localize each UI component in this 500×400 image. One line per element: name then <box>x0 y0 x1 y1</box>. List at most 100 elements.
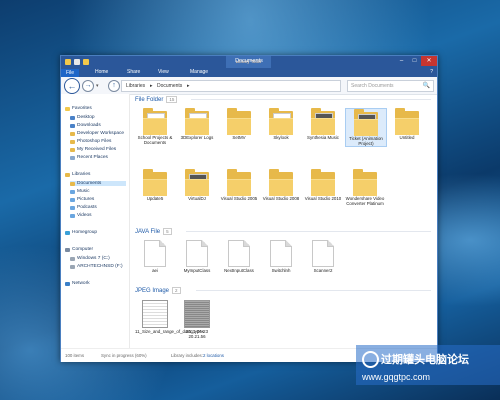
close-button[interactable]: ✕ <box>421 56 437 66</box>
folder-item[interactable]: SetMV <box>219 108 259 140</box>
help-icon[interactable]: ? <box>430 69 433 75</box>
nav-item-photoshop-files[interactable]: Photoshop Files <box>70 139 111 144</box>
folder-icon <box>70 139 75 144</box>
maximize-button[interactable]: □ <box>408 56 421 66</box>
watermark-text: 过期罐头电脑论坛 <box>381 354 469 366</box>
breadcrumb-documents[interactable]: Documents <box>157 83 182 89</box>
search-input[interactable]: Search Documents 🔍 <box>347 80 434 92</box>
folder-item[interactable]: Untitled <box>387 108 427 140</box>
nav-item-recent-places[interactable]: Recent Places <box>70 155 108 160</box>
folder-item[interactable]: Visual Studio 2008 <box>261 169 301 201</box>
file-item[interactable]: MyInputClass <box>177 240 217 273</box>
file-view: File Folder 15 School Projects & Document… <box>131 94 435 348</box>
breadcrumb-libraries[interactable]: Libraries <box>126 83 145 89</box>
minimize-button[interactable]: – <box>395 56 408 66</box>
divider-line <box>191 99 431 100</box>
folder-icon <box>354 109 378 136</box>
nav-item-drive-f[interactable]: ARCHTECHNSD (F:) <box>70 264 123 269</box>
item-label: Switchlnh <box>271 268 291 273</box>
folder-icon <box>269 169 293 196</box>
nav-item-documents[interactable]: Documents <box>70 181 126 186</box>
nav-computer[interactable]: Computer <box>65 247 93 252</box>
desktop-icon <box>70 115 75 120</box>
group-count: 2 <box>172 287 181 294</box>
watermark-url: www.gqgtpc.com <box>362 372 431 382</box>
pictures-icon <box>70 197 75 202</box>
nav-item-podcasts[interactable]: Podcasts <box>70 205 97 210</box>
item-label: NextInputClass <box>224 268 254 273</box>
search-placeholder: Search Documents <box>351 83 394 89</box>
group-header-file-folder[interactable]: File Folder 15 <box>135 96 178 103</box>
nav-network[interactable]: Network <box>65 281 90 286</box>
folder-item[interactable]: Visual Studio 2010 <box>303 169 343 201</box>
recent-locations-chevron-icon[interactable]: ▾ <box>96 83 99 89</box>
nav-item-my-received-files[interactable]: My Received Files <box>70 147 116 152</box>
nav-item-music[interactable]: Music <box>70 189 90 194</box>
file-item[interactable]: aei <box>135 240 175 273</box>
item-label: SetMV <box>232 135 246 140</box>
folder-item[interactable]: School Projects & Documents <box>135 108 175 145</box>
watermark-logo-icon <box>362 351 379 368</box>
item-label: Ticket (Animation Project) <box>349 136 383 146</box>
tab-manage[interactable]: Manage <box>190 69 208 75</box>
image-item[interactable]: 11_Size_and_range_of_data_types <box>135 300 204 334</box>
nav-item-developer-workspace[interactable]: Developer Workspace <box>70 131 124 136</box>
explorer-window: Library Tools Documents – □ ✕ File Home … <box>60 55 438 362</box>
folder-item[interactable]: Visual Studio 2005 <box>219 169 259 201</box>
nav-item-desktop[interactable]: Desktop <box>70 115 95 120</box>
item-label: MyInputClass <box>183 268 211 273</box>
java-file-icon <box>144 240 166 267</box>
image-item[interactable]: 2011-06-23 20.21.56 <box>177 300 217 339</box>
tab-view[interactable]: View <box>158 69 169 75</box>
forward-button[interactable]: → <box>82 80 94 92</box>
folder-item[interactable]: VirtualDJ <box>177 169 217 201</box>
library-icon <box>65 172 70 177</box>
tab-home[interactable]: Home <box>95 69 108 75</box>
java-file-icon <box>228 240 250 267</box>
navigation-pane: Favorites Desktop Downloads Developer Wo… <box>61 94 130 348</box>
folder-item[interactable]: 3DExplorer Logs <box>177 108 217 140</box>
group-header-jpeg-image[interactable]: JPEG Image 2 <box>135 287 181 294</box>
tab-file[interactable]: File <box>61 69 79 77</box>
folder-icon <box>70 147 75 152</box>
ribbon-tabs: File Home Share View Manage ? <box>61 68 437 77</box>
address-path[interactable]: Libraries ▸ Documents ▸ <box>121 80 341 92</box>
item-label: aei <box>152 268 158 273</box>
nav-homegroup[interactable]: Homegroup <box>65 230 97 235</box>
up-button[interactable]: ↑ <box>108 80 120 92</box>
nav-libraries[interactable]: Libraries <box>65 172 90 177</box>
nav-item-downloads[interactable]: Downloads <box>70 123 101 128</box>
java-file-icon <box>312 240 334 267</box>
homegroup-icon <box>65 230 70 235</box>
file-item[interactable]: Switchlnh <box>261 240 301 273</box>
nav-item-drive-c[interactable]: Windows 7 (C:) <box>70 256 110 261</box>
tab-share[interactable]: Share <box>127 69 140 75</box>
folder-icon <box>70 131 75 136</box>
folder-item-selected[interactable]: Ticket (Animation Project) <box>345 108 387 147</box>
folder-item[interactable]: Synthesia Music <box>303 108 343 140</box>
item-label: VirtualDJ <box>188 196 206 201</box>
item-label: Scanner2 <box>313 268 333 273</box>
nav-favorites[interactable]: Favorites <box>65 106 92 111</box>
file-item[interactable]: Scanner2 <box>303 240 343 273</box>
folder-item[interactable]: Wondershare Video Converter Platinum <box>345 169 385 206</box>
item-label: Visual Studio 2010 <box>304 196 342 201</box>
group-header-java-file[interactable]: JAVA File 5 <box>135 228 172 235</box>
folder-icon <box>269 108 293 135</box>
site-watermark: 过期罐头电脑论坛 www.gqgtpc.com <box>356 345 500 385</box>
back-button[interactable]: ← <box>64 78 80 94</box>
file-item[interactable]: NextInputClass <box>219 240 259 273</box>
group-count: 5 <box>163 228 172 235</box>
folder-icon <box>143 169 167 196</box>
folder-item[interactable]: Skylook <box>261 108 301 140</box>
computer-icon <box>65 247 70 252</box>
search-icon[interactable]: 🔍 <box>423 82 430 89</box>
library-locations-link[interactable]: 2 locations <box>203 353 224 358</box>
folder-icon <box>185 169 209 196</box>
item-label: School Projects & Documents <box>137 135 173 145</box>
folder-item[interactable]: Update5 <box>135 169 175 201</box>
nav-item-videos[interactable]: Videos <box>70 213 92 218</box>
folder-icon <box>311 169 335 196</box>
item-label: 3DExplorer Logs <box>180 135 214 140</box>
nav-item-pictures[interactable]: Pictures <box>70 197 94 202</box>
